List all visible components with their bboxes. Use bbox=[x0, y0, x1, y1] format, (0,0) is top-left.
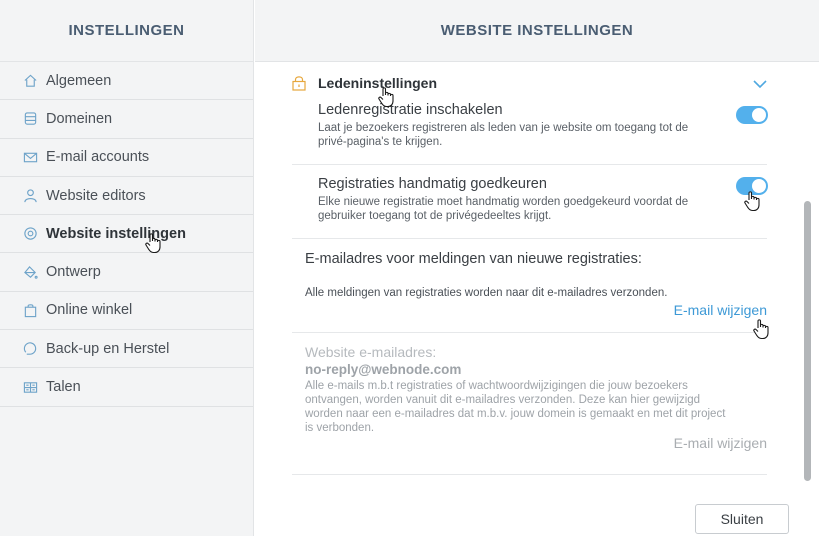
sidebar-item-label: E-mail accounts bbox=[46, 149, 150, 166]
scrollbar-thumb[interactable] bbox=[804, 201, 811, 481]
backup-icon bbox=[22, 341, 38, 357]
sidebar-item-email-accounts[interactable]: E-mail accounts bbox=[0, 139, 253, 177]
change-email-link[interactable]: E-mail wijzigen bbox=[305, 302, 767, 318]
hand-cursor-icon bbox=[752, 318, 772, 340]
sidebar-item-back-up-en-herstel[interactable]: Back-up en Herstel bbox=[0, 330, 253, 369]
sidebar-item-algemeen[interactable]: Algemeen bbox=[0, 62, 253, 101]
sidebar-item-ontwerp[interactable]: Ontwerp bbox=[0, 253, 253, 292]
user-icon bbox=[22, 188, 38, 204]
notification-email-block: E-mailadres voor meldingen van nieuwe re… bbox=[305, 251, 767, 318]
sidebar-item-label: Website instellingen bbox=[46, 225, 186, 242]
footer: Sluiten bbox=[255, 492, 819, 536]
main-header: WEBSITE INSTELLINGEN bbox=[255, 0, 819, 62]
sender-email-title: Website e-mailadres: bbox=[305, 344, 437, 360]
sidebar-item-talen[interactable]: Talen bbox=[0, 368, 253, 407]
sidebar-item-label: Domeinen bbox=[46, 110, 113, 127]
setting-handmatig-goedkeuren: Registraties handmatig goedkeuren Elke n… bbox=[318, 176, 768, 223]
envelope-icon bbox=[22, 149, 38, 165]
sidebar-item-label: Website editors bbox=[46, 187, 146, 204]
sender-email-block: Website e-mailadres: no-reply@webnode.co… bbox=[305, 344, 767, 451]
sidebar-item-label: Online winkel bbox=[46, 302, 133, 319]
settings-content: Ledeninstellingen Ledenregistratie insch… bbox=[255, 62, 819, 492]
sidebar-item-domeinen[interactable]: Domeinen bbox=[0, 100, 253, 139]
database-icon bbox=[22, 111, 38, 127]
sidebar-item-online-winkel[interactable]: Online winkel bbox=[0, 292, 253, 331]
hand-cursor-icon bbox=[144, 232, 164, 254]
sidebar-nav: Algemeen Domeinen E-mail accounts Websit… bbox=[0, 62, 253, 407]
page-title: WEBSITE INSTELLINGEN bbox=[440, 22, 634, 39]
notification-text: Alle meldingen van registraties worden n… bbox=[305, 287, 668, 299]
languages-icon bbox=[22, 379, 38, 395]
divider bbox=[292, 164, 767, 165]
setting-title: Registraties handmatig goedkeuren bbox=[318, 176, 547, 192]
chevron-down-icon[interactable] bbox=[753, 76, 767, 89]
hand-cursor-icon bbox=[743, 190, 763, 212]
close-button[interactable]: Sluiten bbox=[695, 504, 789, 534]
divider bbox=[292, 474, 767, 475]
paint-bucket-icon bbox=[22, 264, 38, 280]
sidebar-header: INSTELLINGEN bbox=[0, 0, 253, 62]
divider bbox=[292, 238, 767, 239]
sidebar-item-website-instellingen[interactable]: Website instellingen bbox=[0, 215, 253, 254]
toggle-ledenregistratie[interactable] bbox=[736, 106, 768, 124]
sidebar: INSTELLINGEN Algemeen Domeinen E-mail ac… bbox=[0, 0, 254, 536]
shopping-bag-icon bbox=[22, 302, 38, 318]
home-icon bbox=[22, 73, 38, 89]
sidebar-item-label: Back-up en Herstel bbox=[46, 340, 170, 357]
setting-description: Elke nieuwe registratie moet handmatig w… bbox=[318, 196, 689, 222]
sidebar-item-website-editors[interactable]: Website editors bbox=[0, 177, 253, 216]
notification-heading: E-mailadres voor meldingen van nieuwe re… bbox=[305, 251, 642, 267]
sender-email-description: Alle e-mails m.b.t registraties of wacht… bbox=[305, 380, 726, 434]
hand-cursor-icon bbox=[377, 86, 397, 108]
setting-ledenregistratie: Ledenregistratie inschakelen Laat je bez… bbox=[318, 102, 768, 149]
sidebar-item-label: Algemeen bbox=[46, 72, 112, 89]
change-sender-email-link[interactable]: E-mail wijzigen bbox=[305, 435, 767, 451]
sidebar-item-label: Talen bbox=[46, 379, 81, 396]
lock-icon bbox=[292, 75, 308, 91]
gear-icon bbox=[22, 226, 38, 242]
section-header-ledeninstellingen[interactable]: Ledeninstellingen bbox=[292, 72, 767, 94]
setting-description: Laat je bezoekers registreren als leden … bbox=[318, 122, 689, 148]
sidebar-title: INSTELLINGEN bbox=[68, 22, 185, 39]
main-panel: WEBSITE INSTELLINGEN Ledeninstellingen L… bbox=[255, 0, 819, 536]
divider bbox=[292, 332, 767, 333]
sidebar-item-label: Ontwerp bbox=[46, 264, 101, 281]
sender-email-value: no-reply@webnode.com bbox=[305, 362, 462, 377]
